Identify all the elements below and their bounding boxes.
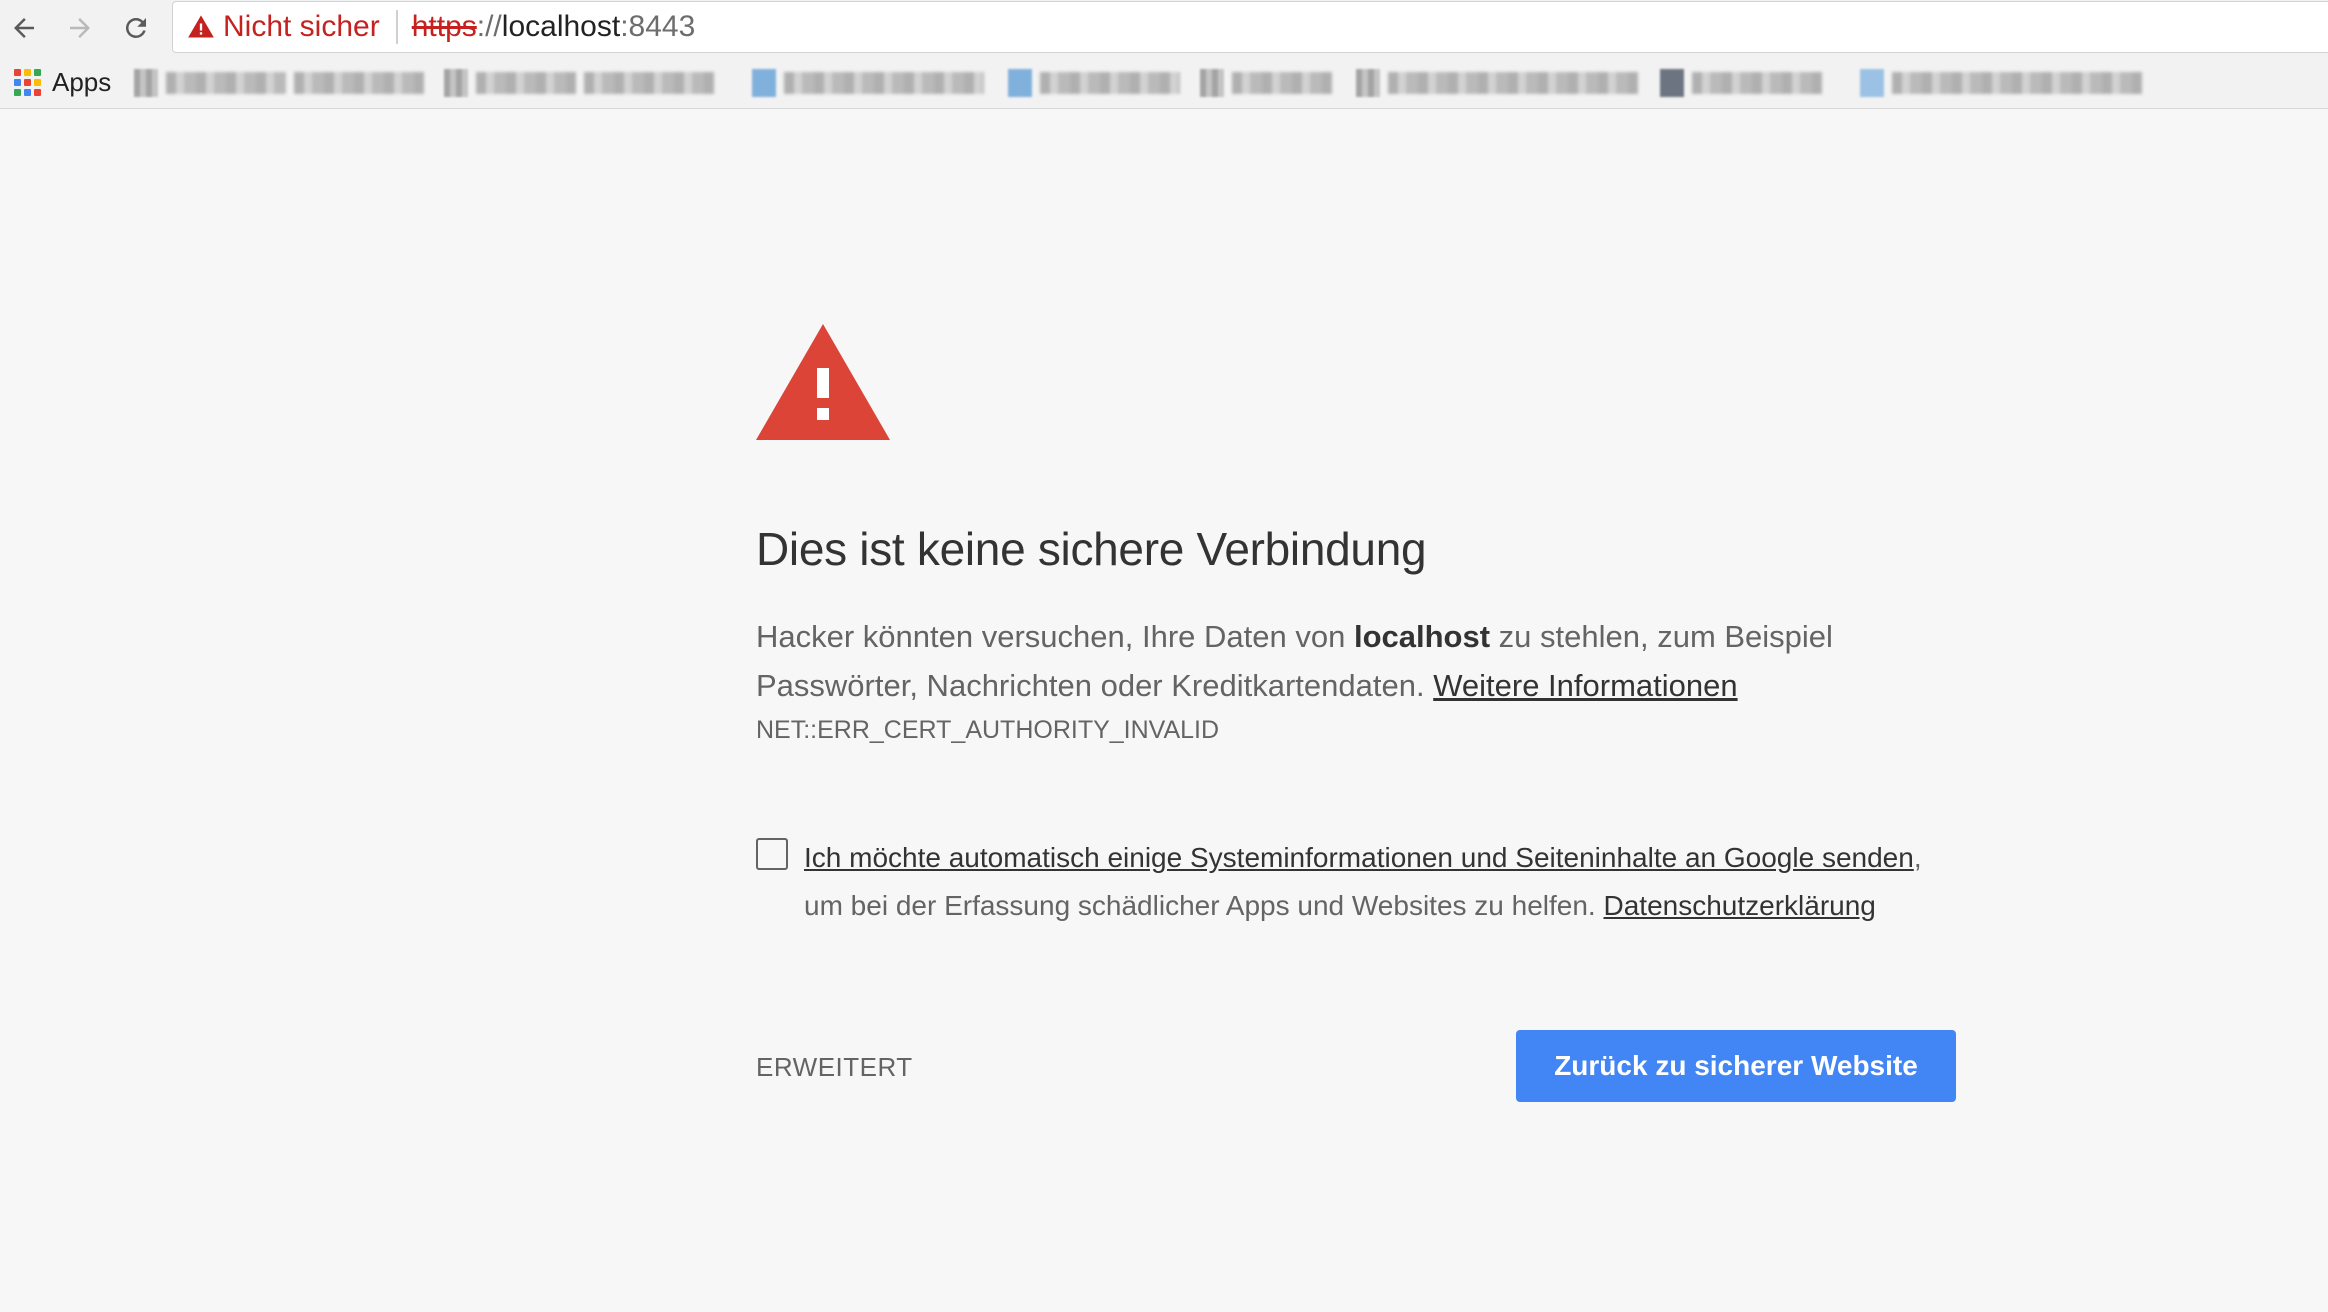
bookmark-item-blurred[interactable] [1356, 68, 1638, 98]
address-bar[interactable]: Nicht sicher https://localhost:8443 [172, 1, 2328, 53]
advanced-button[interactable]: ERWEITERT [756, 1052, 913, 1083]
bookmark-item-blurred[interactable] [444, 68, 714, 98]
error-code: NET::ERR_CERT_AUTHORITY_INVALID [756, 716, 1220, 744]
opt-in-label-link[interactable]: Ich möchte automatisch einige Systeminfo… [804, 842, 1914, 873]
bookmark-item-blurred[interactable] [1860, 68, 2142, 98]
learn-more-link[interactable]: Weitere Informationen [1433, 668, 1737, 703]
security-status-label[interactable]: Nicht sicher [223, 10, 380, 44]
red-warning-triangle-icon [756, 324, 890, 440]
back-to-safety-button[interactable]: Zurück zu sicherer Website [1516, 1030, 1956, 1102]
omnibox-divider [395, 10, 398, 44]
warning-message: Hacker könnten versuchen, Ihre Daten von… [756, 612, 1956, 710]
bookmark-item-blurred[interactable] [1660, 68, 1822, 98]
page-title: Dies ist keine sichere Verbindung [756, 523, 1427, 575]
reload-button[interactable] [116, 8, 156, 48]
arrow-left-icon [14, 18, 34, 38]
warning-triangle-icon [188, 15, 214, 38]
host-name: localhost [1353, 619, 1491, 654]
back-button[interactable] [4, 8, 44, 48]
browser-toolbar: Nicht sicher https://localhost:8443 [0, 0, 2328, 56]
apps-grid-icon[interactable] [14, 69, 42, 97]
bookmark-item-blurred[interactable] [752, 68, 984, 98]
url-text[interactable]: https://localhost:8443 [412, 10, 696, 44]
bookmark-item-blurred[interactable] [1008, 68, 1180, 98]
forward-button[interactable] [60, 8, 100, 48]
safe-browsing-opt-in-checkbox[interactable] [756, 838, 788, 870]
url-host: localhost [501, 10, 621, 43]
apps-bookmark-label[interactable]: Apps [52, 67, 111, 98]
bookmarks-bar: Apps [0, 56, 2328, 109]
privacy-policy-link[interactable]: Datenschutzerklärung [1604, 890, 1876, 921]
message-text-1: Hacker könnten versuchen, Ihre Daten von [756, 619, 1354, 654]
arrow-right-icon [70, 18, 90, 38]
url-scheme: https [411, 10, 477, 43]
url-port: :8443 [620, 10, 696, 43]
reload-icon [125, 17, 146, 38]
url-separator: :// [476, 10, 502, 43]
bookmark-item-blurred[interactable] [1200, 68, 1332, 98]
bookmark-item-blurred[interactable] [134, 68, 424, 98]
opt-in-text: Ich möchte automatisch einige Systeminfo… [804, 834, 1964, 930]
